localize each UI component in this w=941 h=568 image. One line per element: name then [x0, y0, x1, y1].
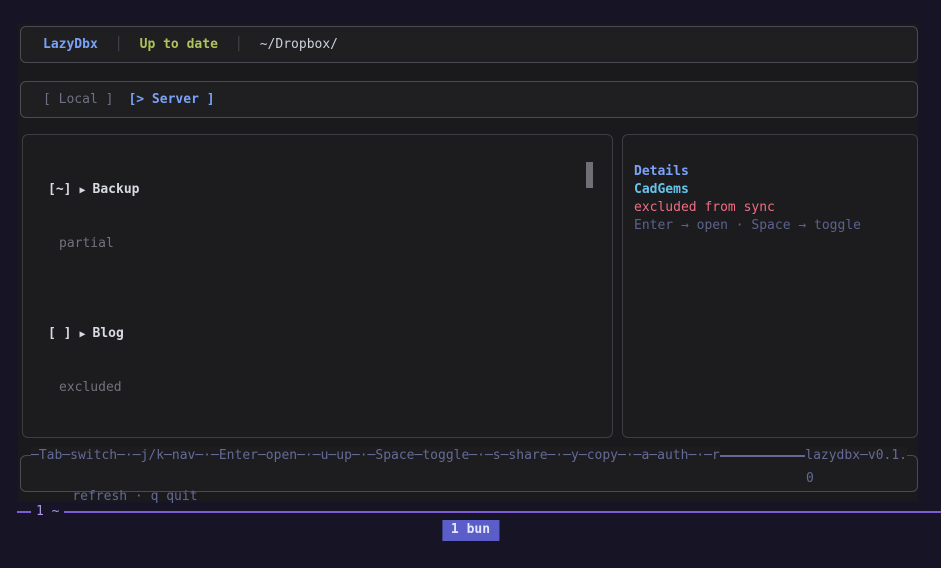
- pane-line-dash: [17, 511, 31, 513]
- separator: │: [234, 36, 243, 52]
- tree-item[interactable]: ▶[~]▶Backup partial: [23, 145, 612, 289]
- details-key-hint: Enter → open · Space → toggle: [634, 218, 861, 233]
- tab-local[interactable]: [ Local ]: [43, 91, 113, 109]
- tree-item[interactable]: ▶[ ]▶BoxCryptor.bc excluded: [23, 433, 612, 437]
- scrollbar-thumb[interactable]: [586, 162, 593, 188]
- details-title: Details: [634, 164, 689, 179]
- window-status-badge[interactable]: 1 bun: [441, 520, 500, 541]
- folder-name: Backup: [92, 182, 140, 197]
- keybindings-text-wrap: refresh · q quit: [72, 489, 198, 504]
- sync-status: Up to date: [139, 36, 218, 52]
- tree-item-status: excluded: [59, 380, 122, 395]
- details-item-name: CadGems: [634, 182, 689, 197]
- pane-line-dash: [64, 511, 941, 513]
- app-version-wrap: 0: [806, 471, 814, 486]
- current-path: ~/Dropbox/: [259, 36, 339, 52]
- sync-checkbox[interactable]: [~]: [48, 182, 71, 197]
- sync-checkbox[interactable]: [ ]: [48, 326, 71, 341]
- tree-item-status: partial: [59, 236, 114, 251]
- tab-bar: [ Local ] [> Server ]: [20, 81, 918, 118]
- tree-item[interactable]: ▶[ ]▶Blog excluded: [23, 289, 612, 433]
- collapse-arrow-icon: ▶: [79, 329, 86, 340]
- tree-item-name-row[interactable]: ▶[ ]▶Blog: [23, 325, 612, 343]
- title-bar: LazyDbx │ Up to date │ ~/Dropbox/: [20, 26, 918, 63]
- app-version: lazydbx─v0.1.: [805, 447, 907, 465]
- details-sync-status: excluded from sync: [634, 200, 775, 215]
- app-name: LazyDbx: [43, 36, 98, 52]
- details-panel: Details CadGems excluded from sync Enter…: [622, 134, 918, 438]
- folder-name: Blog: [92, 326, 124, 341]
- border-fill-line: [719, 455, 806, 457]
- keybindings-bar: ─Tab─switch─·─j/k─nav─·─Enter─open─·─u─u…: [20, 447, 918, 504]
- file-tree-panel: ▶[~]▶Backup partial ▶[ ]▶Blog excluded ▶…: [22, 134, 613, 438]
- tab-server[interactable]: [> Server ]: [128, 91, 214, 109]
- separator: │: [114, 36, 123, 52]
- pane-title: 1 ~: [36, 504, 60, 519]
- tree-item-name-row[interactable]: ▶[~]▶Backup: [23, 181, 612, 199]
- collapse-arrow-icon: ▶: [79, 185, 86, 196]
- keybindings-line-1: ─Tab─switch─·─j/k─nav─·─Enter─open─·─u─u…: [31, 447, 907, 465]
- file-tree: ▶[~]▶Backup partial ▶[ ]▶Blog excluded ▶…: [23, 145, 612, 437]
- pane-border-line: 1 ~: [0, 504, 941, 519]
- keybindings-text: ─Tab─switch─·─j/k─nav─·─Enter─open─·─u─u…: [31, 447, 720, 465]
